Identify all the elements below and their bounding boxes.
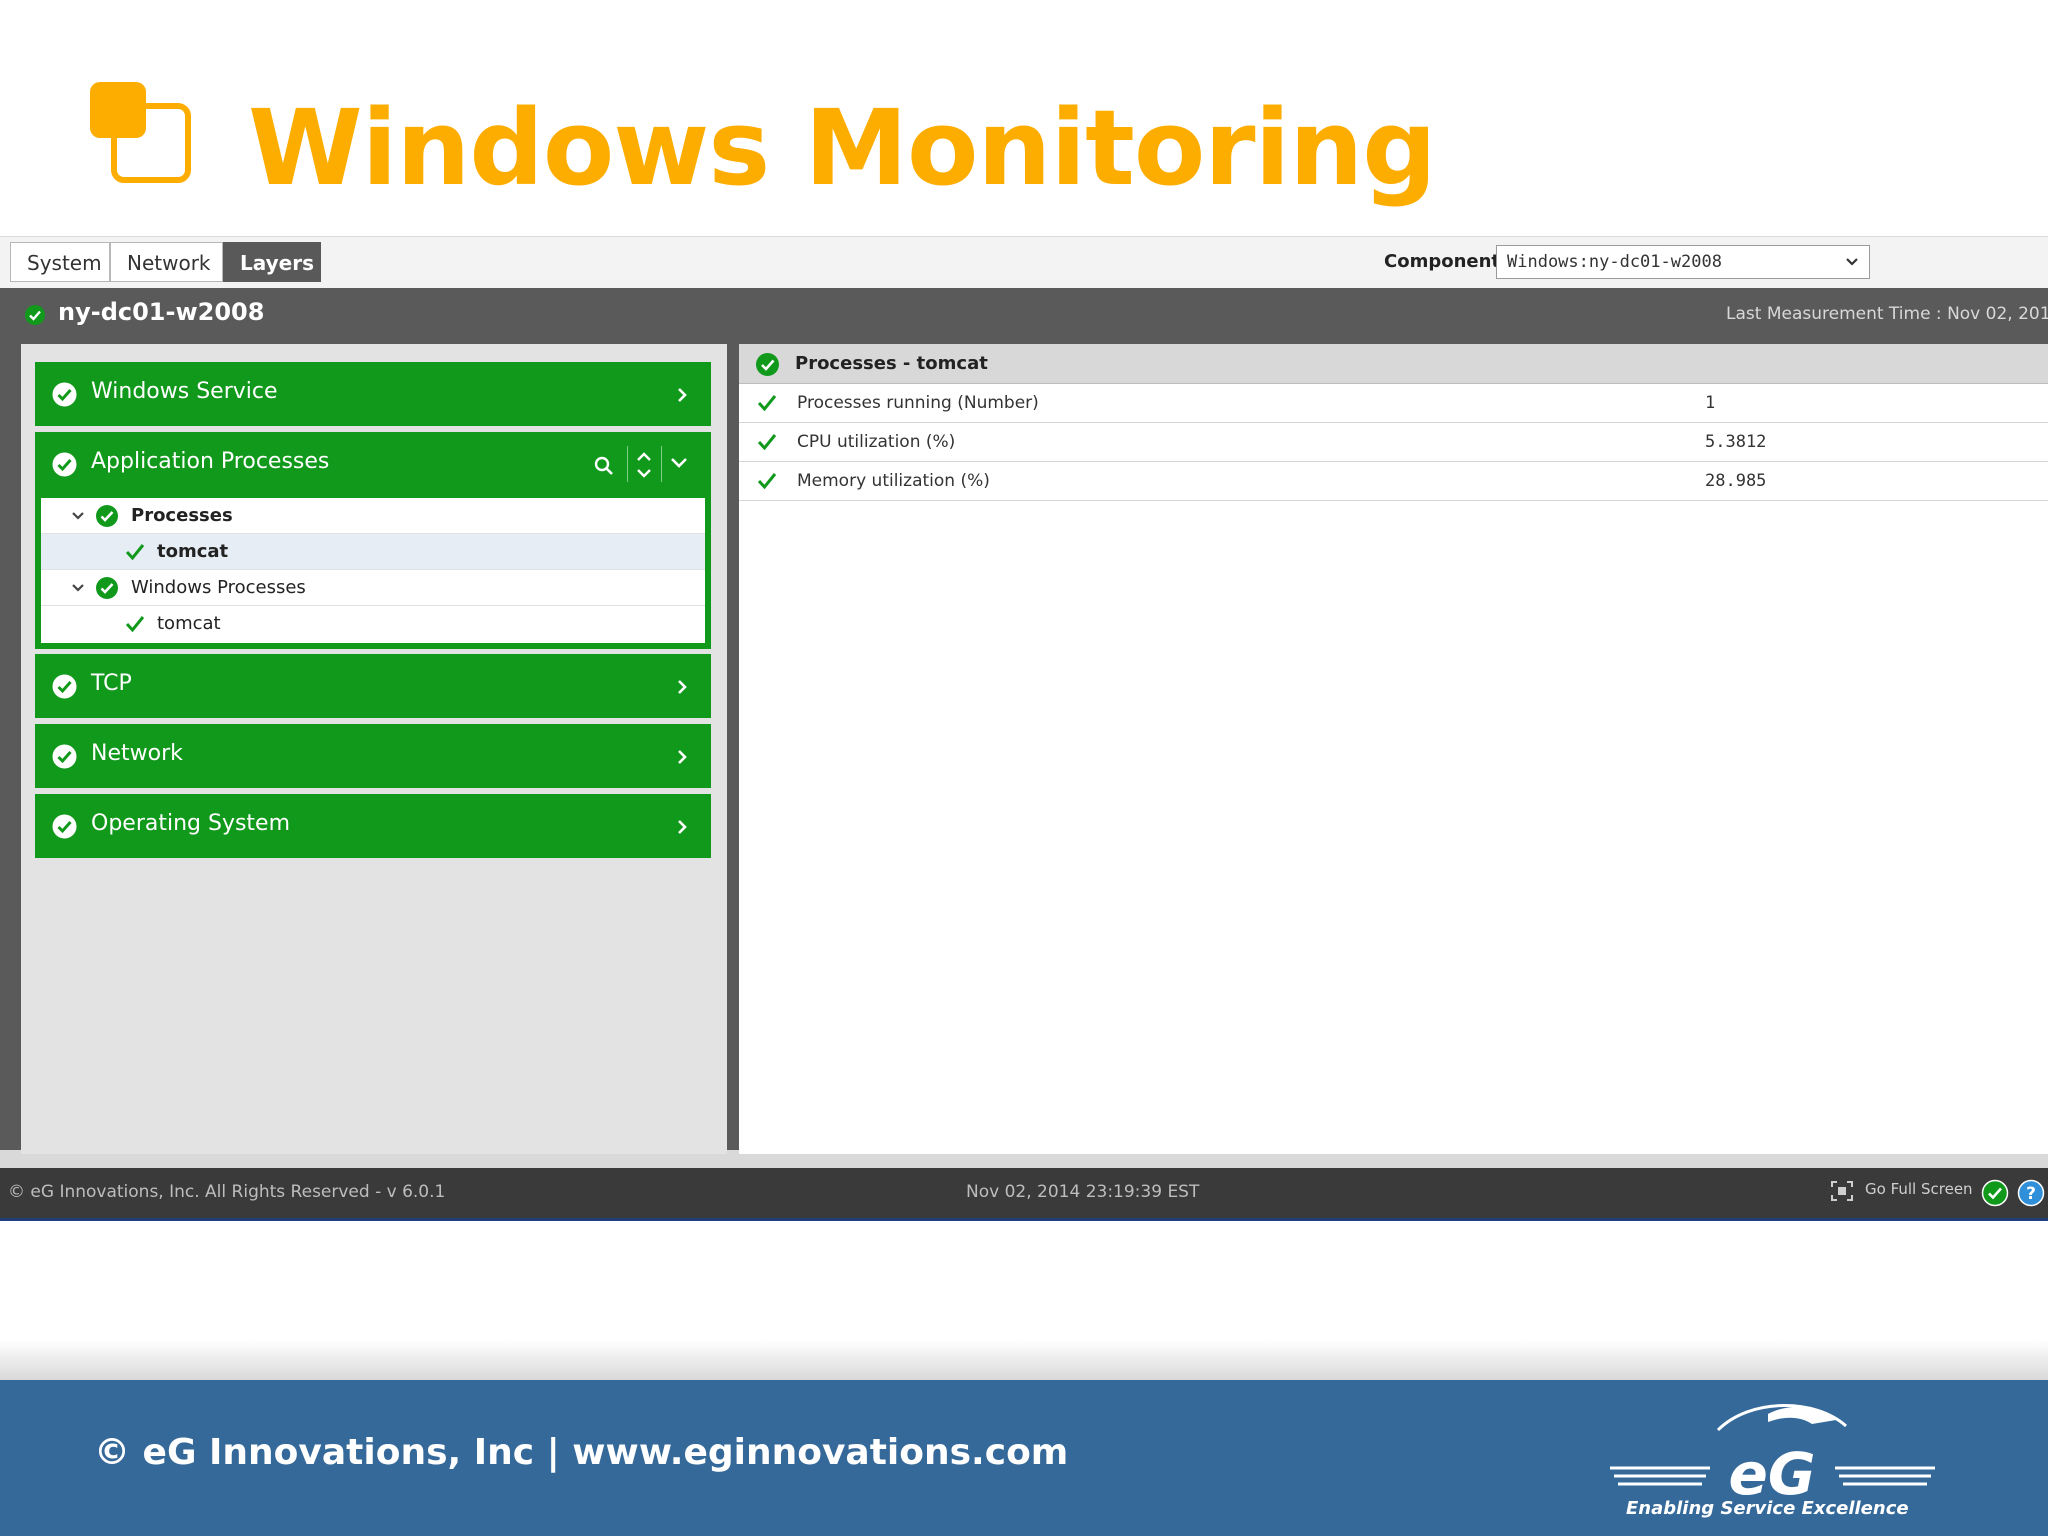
divider: [661, 446, 662, 482]
component-select[interactable]: Windows:ny-dc01-w2008: [1496, 245, 1870, 279]
layer-label: Operating System: [91, 811, 291, 836]
app-window: System Network Layers Component Windows:…: [0, 236, 2048, 1221]
tree-item-label: Processes: [131, 505, 233, 526]
tab-system[interactable]: System: [10, 242, 110, 282]
chevron-right-icon[interactable]: [675, 748, 689, 766]
component-value: Windows:ny-dc01-w2008: [1507, 252, 1722, 272]
top-toolbar: System Network Layers Component Windows:…: [0, 236, 2048, 290]
sort-icon[interactable]: [635, 449, 653, 481]
chevron-right-icon[interactable]: [675, 678, 689, 696]
check-circle-icon: [756, 353, 779, 376]
check-circle-icon: [25, 305, 45, 325]
chevron-right-icon[interactable]: [675, 818, 689, 836]
tab-network[interactable]: Network: [110, 242, 223, 282]
slide-title: Windows Monitoring: [248, 87, 1437, 209]
check-circle-icon: [52, 674, 77, 699]
check-icon: [757, 473, 777, 490]
tree-item-processes[interactable]: Processes: [41, 498, 705, 534]
tree-item-tomcat[interactable]: tomcat: [41, 606, 705, 642]
metric-name: CPU utilization (%): [797, 432, 956, 452]
check-circle-icon: [52, 814, 77, 839]
check-circle-icon: [96, 577, 118, 599]
tree-item-windows-processes[interactable]: Windows Processes: [41, 570, 705, 606]
layer-windows-service[interactable]: Windows Service: [35, 362, 711, 426]
go-full-screen-link[interactable]: Go Full Screen: [1865, 1180, 1973, 1198]
chevron-down-icon[interactable]: [670, 456, 688, 470]
component-label: Component: [1384, 251, 1501, 272]
content-area: Windows Service Application Processes Pr…: [0, 340, 2048, 1154]
copyright-text: © eG Innovations, Inc. All Rights Reserv…: [8, 1182, 446, 1202]
check-circle-icon[interactable]: [1981, 1179, 2009, 1207]
check-circle-icon: [52, 744, 77, 769]
chevron-down-icon: [1846, 258, 1858, 266]
layer-header[interactable]: Application Processes: [35, 432, 711, 496]
metric-name: Processes running (Number): [797, 393, 1039, 413]
details-panel: Processes - tomcat Processes running (Nu…: [739, 344, 2048, 1154]
check-icon: [125, 544, 145, 561]
metric-value: 1: [1705, 393, 1716, 413]
search-icon[interactable]: [593, 455, 615, 477]
check-icon: [125, 616, 145, 633]
logo-tagline: Enabling Service Excellence: [1626, 1498, 1909, 1519]
layer-network[interactable]: Network: [35, 724, 711, 788]
layer-operating-system[interactable]: Operating System: [35, 794, 711, 858]
check-circle-icon: [52, 452, 77, 477]
help-icon[interactable]: ?: [2017, 1179, 2045, 1207]
status-bar: © eG Innovations, Inc. All Rights Reserv…: [0, 1168, 2048, 1218]
layer-label: Windows Service: [91, 379, 278, 404]
layer-label: TCP: [91, 671, 132, 696]
process-tree: Processes tomcat Windows Processes tomca…: [41, 498, 705, 643]
layer-tcp[interactable]: TCP: [35, 654, 711, 718]
status-timestamp: Nov 02, 2014 23:19:39 EST: [966, 1182, 1200, 1202]
check-circle-icon: [52, 382, 77, 407]
chevron-right-icon[interactable]: [675, 386, 689, 404]
taskbar-strip: [0, 1218, 2048, 1221]
check-icon: [757, 395, 777, 412]
fullscreen-icon[interactable]: [1830, 1180, 1854, 1202]
svg-text:?: ?: [2026, 1184, 2036, 1204]
metric-row[interactable]: Processes running (Number) 1: [739, 384, 2048, 423]
layers-panel: Windows Service Application Processes Pr…: [21, 344, 727, 1154]
layer-label: Network: [91, 741, 183, 766]
eg-logo-icon: eG: [1610, 1404, 1935, 1508]
metric-value: 28.985: [1705, 471, 1767, 491]
host-bar: ny-dc01-w2008 Last Measurement Time : No…: [0, 288, 2048, 340]
tab-layers[interactable]: Layers: [223, 242, 321, 282]
divider: [627, 446, 628, 482]
tree-item-label: tomcat: [157, 541, 229, 562]
chevron-down-icon[interactable]: [71, 582, 85, 594]
slide-logo-icon: [90, 82, 191, 183]
last-measurement-time: Last Measurement Time : Nov 02, 201: [1726, 304, 2048, 324]
metric-name: Memory utilization (%): [797, 471, 990, 491]
tree-item-label: Windows Processes: [131, 577, 306, 598]
slide-footer: © eG Innovations, Inc | www.eginnovation…: [0, 1380, 2048, 1536]
chevron-down-icon[interactable]: [71, 510, 85, 522]
metric-row[interactable]: CPU utilization (%) 5.3812: [739, 423, 2048, 462]
divider: [0, 1340, 2048, 1380]
check-icon: [757, 434, 777, 451]
details-title: Processes - tomcat: [795, 353, 988, 374]
layer-label: Application Processes: [91, 449, 330, 474]
metric-row[interactable]: Memory utilization (%) 28.985: [739, 462, 2048, 501]
host-name: ny-dc01-w2008: [58, 298, 265, 326]
tree-item-label: tomcat: [157, 613, 221, 634]
check-circle-icon: [96, 505, 118, 527]
metric-value: 5.3812: [1705, 432, 1767, 452]
details-header: Processes - tomcat: [739, 344, 2048, 384]
tree-item-tomcat[interactable]: tomcat: [41, 534, 705, 570]
footer-text: © eG Innovations, Inc | www.eginnovation…: [94, 1432, 1069, 1473]
layer-application-processes: Application Processes Processes tomcat W…: [35, 432, 711, 649]
